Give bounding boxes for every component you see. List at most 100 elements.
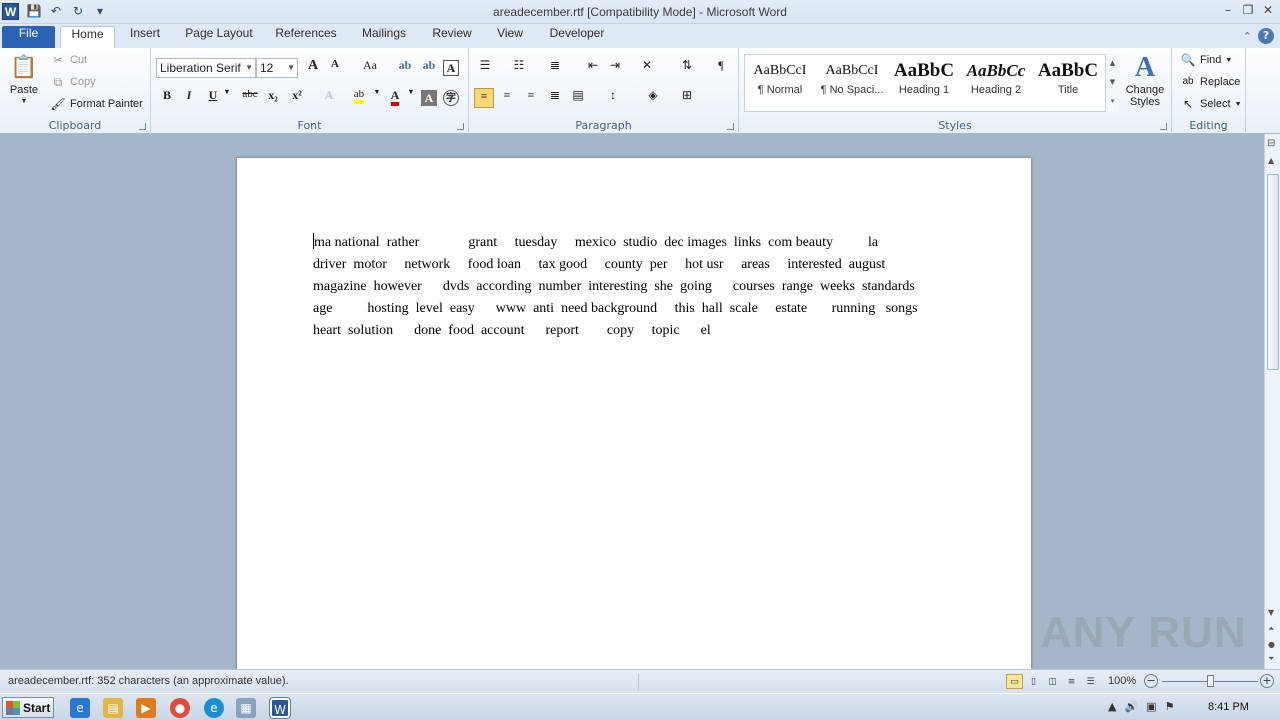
help-icon[interactable]: ? xyxy=(1258,28,1274,44)
tab-insert[interactable]: Insert xyxy=(122,26,168,48)
sort-icon[interactable]: ⇅ xyxy=(677,58,697,78)
style-title[interactable]: AaBbC Title xyxy=(1033,56,1103,108)
replace-button[interactable]: ab Replace xyxy=(1180,74,1240,90)
highlight-color-icon[interactable]: ab xyxy=(349,88,369,108)
strikethrough-button[interactable]: abc xyxy=(237,88,263,108)
full-screen-reading-icon[interactable]: ▯ xyxy=(1025,674,1042,689)
style-normal[interactable]: AaBbCcI ¶ Normal xyxy=(745,56,815,108)
clock[interactable]: 8:41 PM xyxy=(1208,701,1249,713)
shading-icon[interactable]: ◈ xyxy=(643,88,663,108)
italic-button[interactable]: I xyxy=(179,88,199,108)
styles-launcher-icon[interactable] xyxy=(1160,123,1167,130)
decrease-indent-icon[interactable]: ⇤ xyxy=(583,58,603,78)
superscript-button[interactable]: x² xyxy=(287,88,307,108)
tab-developer[interactable]: Developer xyxy=(542,26,612,48)
chevron-down-icon[interactable]: ▼ xyxy=(405,88,417,108)
numbering-icon[interactable]: ☷ xyxy=(509,58,529,78)
scroll-down-icon[interactable]: ▼ xyxy=(1268,608,1274,617)
bullets-icon[interactable]: ☰ xyxy=(475,58,495,78)
style-no-spacing[interactable]: AaBbCcI ¶ No Spaci... xyxy=(817,56,887,108)
web-layout-icon[interactable]: ◫ xyxy=(1044,674,1061,689)
asian-layout-icon[interactable]: ✕ xyxy=(637,58,657,78)
text-effects-icon[interactable]: A xyxy=(319,88,339,108)
font-launcher-icon[interactable] xyxy=(457,123,464,130)
word-taskbar-icon[interactable]: W xyxy=(270,698,290,718)
copy-button[interactable]: ⧉ Copy xyxy=(50,74,96,90)
next-page-icon[interactable]: ⏷ xyxy=(1268,654,1274,664)
internet-explorer-icon[interactable]: e xyxy=(70,698,90,718)
tab-page-layout[interactable]: Page Layout xyxy=(180,26,258,48)
previous-page-icon[interactable]: ⏶ xyxy=(1268,624,1274,634)
change-styles-button[interactable]: A Change Styles xyxy=(1121,52,1169,108)
style-heading-1[interactable]: AaBbC Heading 1 xyxy=(889,56,959,108)
subscript-button[interactable]: x₂ xyxy=(263,88,283,108)
format-painter-button[interactable]: 🖌 Format Painter xyxy=(50,96,142,112)
character-border-icon[interactable]: A xyxy=(443,60,459,76)
zoom-in-icon[interactable]: + xyxy=(1260,674,1274,688)
app-window-icon[interactable]: ▦ xyxy=(236,698,256,718)
tab-file[interactable]: File xyxy=(2,26,55,48)
align-right-icon[interactable]: ≡ xyxy=(521,88,541,108)
show-hidden-icons-icon[interactable]: ▲ xyxy=(1108,700,1116,713)
edge-icon[interactable]: e xyxy=(204,698,224,718)
outline-icon[interactable]: ≡ xyxy=(1063,674,1080,689)
tab-review[interactable]: Review xyxy=(426,26,478,48)
increase-indent-icon[interactable]: ⇥ xyxy=(605,58,625,78)
scroll-thumb[interactable] xyxy=(1267,174,1279,370)
underline-button[interactable]: U xyxy=(203,88,223,108)
tab-home[interactable]: Home xyxy=(60,26,115,48)
font-color-icon[interactable]: A xyxy=(385,88,405,108)
draft-icon[interactable]: ☰ xyxy=(1082,674,1099,689)
minimize-icon[interactable]: – xyxy=(1220,2,1236,18)
justify-icon[interactable]: ≣ xyxy=(545,88,565,108)
font-size-select[interactable]: 12 ▼ xyxy=(256,58,298,78)
scroll-up-icon[interactable]: ▲ xyxy=(1268,156,1274,165)
shrink-font-button[interactable]: A xyxy=(325,58,345,78)
media-player-icon[interactable]: ▶ xyxy=(136,698,156,718)
multilevel-list-icon[interactable]: ≣ xyxy=(545,58,565,78)
file-explorer-icon[interactable]: ▤ xyxy=(103,698,123,718)
phonetic-guide-icon[interactable]: ab xyxy=(419,58,439,78)
style-heading-2[interactable]: AaBbCc Heading 2 xyxy=(961,56,1031,108)
network-icon[interactable]: ▣ xyxy=(1146,700,1156,713)
zoom-slider-knob[interactable] xyxy=(1207,675,1214,687)
chrome-icon[interactable]: ● xyxy=(170,698,190,718)
tab-references[interactable]: References xyxy=(270,26,342,48)
paragraph-launcher-icon[interactable] xyxy=(727,123,734,130)
view-ruler-icon[interactable]: ⊟ xyxy=(1267,138,1275,149)
show-formatting-icon[interactable]: ¶ xyxy=(711,58,731,78)
align-left-icon[interactable]: ≡ xyxy=(474,88,494,108)
grow-font-button[interactable]: A xyxy=(303,58,323,78)
start-button[interactable]: Start xyxy=(2,697,54,718)
line-spacing-icon[interactable]: ↕ xyxy=(603,88,623,108)
styles-gallery-scroll[interactable]: ▲ ▼ ▾ xyxy=(1105,54,1119,112)
vertical-scrollbar[interactable]: ⊟ ▲ ▼ ⏶ ● ⏷ xyxy=(1264,134,1280,669)
tab-view[interactable]: View xyxy=(490,26,530,48)
document-body[interactable]: ma national rather grant tuesday mexico … xyxy=(313,232,953,342)
speaker-icon[interactable]: 🔊 xyxy=(1124,700,1138,713)
maximize-icon[interactable]: ❐ xyxy=(1240,2,1256,18)
zoom-out-icon[interactable]: − xyxy=(1144,674,1158,688)
document-page[interactable]: ma national rather grant tuesday mexico … xyxy=(237,158,1031,669)
select-browse-object-icon[interactable]: ● xyxy=(1268,640,1275,649)
close-icon[interactable]: ✕ xyxy=(1260,2,1276,18)
align-center-icon[interactable]: ≡ xyxy=(497,88,517,108)
chevron-down-icon[interactable]: ▼ xyxy=(371,88,383,108)
chevron-down-icon[interactable]: ▼ xyxy=(221,88,233,108)
enclose-characters-icon[interactable]: 字 xyxy=(443,90,459,106)
print-layout-icon[interactable]: ▭ xyxy=(1006,674,1023,689)
zoom-level[interactable]: 100% xyxy=(1108,675,1136,687)
character-shading-icon[interactable]: A xyxy=(421,90,437,106)
borders-icon[interactable]: ⊞ xyxy=(677,88,697,108)
paste-button[interactable]: 📋 Paste ▼ xyxy=(6,52,42,105)
select-button[interactable]: ↖ Select ▼ xyxy=(1180,96,1242,112)
minimize-ribbon-icon[interactable]: ⌃ xyxy=(1243,30,1252,43)
font-family-select[interactable]: Liberation Serif ▼ xyxy=(156,58,256,78)
cut-button[interactable]: ✂ Cut xyxy=(50,52,87,68)
bold-button[interactable]: B xyxy=(157,88,177,108)
change-case-button[interactable]: Aa xyxy=(357,58,383,78)
clear-formatting-icon[interactable]: ab xyxy=(395,58,415,78)
find-button[interactable]: 🔍 Find ▼ xyxy=(1180,52,1233,68)
distributed-icon[interactable]: ▤ xyxy=(568,88,588,108)
tab-mailings[interactable]: Mailings xyxy=(354,26,414,48)
